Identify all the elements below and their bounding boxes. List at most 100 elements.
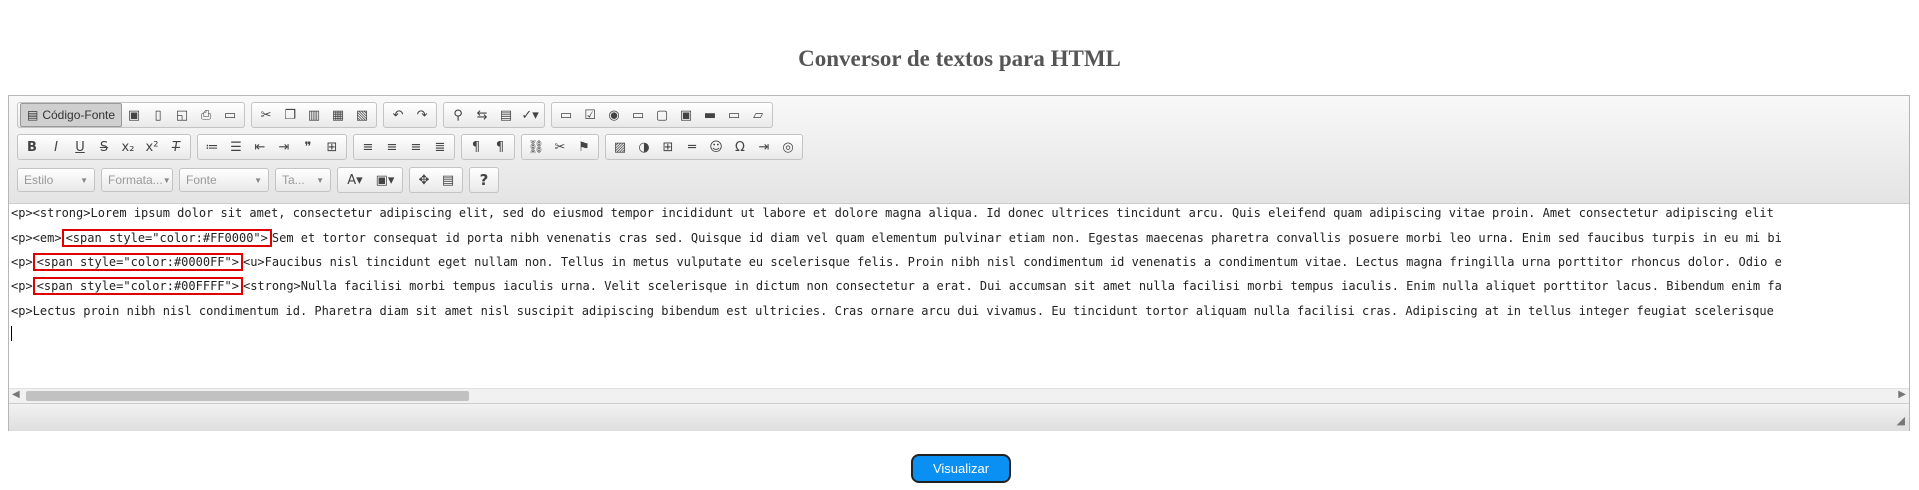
paste-word-icon[interactable]: ▧ <box>350 104 374 126</box>
bidi-group: ¶ ¶ <box>461 134 515 160</box>
select-all-icon[interactable]: ▤ <box>494 104 518 126</box>
link-icon[interactable]: ⛓ <box>524 136 548 158</box>
horizontal-rule-icon[interactable]: ═ <box>680 136 704 158</box>
format-label: Formata... <box>108 173 163 187</box>
align-left-icon[interactable]: ≡ <box>356 136 380 158</box>
image-button-icon[interactable]: ▭ <box>722 104 746 126</box>
maximize-icon[interactable]: ✥ <box>412 169 436 191</box>
templates-icon[interactable]: ▭ <box>218 104 242 126</box>
size-combo[interactable]: Ta... ▼ <box>275 168 331 192</box>
font-combo[interactable]: Fonte ▼ <box>179 168 269 192</box>
spellcheck-icon[interactable]: ✓▾ <box>518 104 542 126</box>
strike-icon[interactable]: S <box>92 136 116 158</box>
textarea-icon[interactable]: ▢ <box>650 104 674 126</box>
tools-group: ✥ ▤ <box>409 167 463 193</box>
bold-icon[interactable]: B <box>20 136 44 158</box>
numbered-list-icon[interactable]: ≔ <box>200 136 224 158</box>
ltr-icon[interactable]: ¶ <box>464 136 488 158</box>
scroll-left-icon[interactable]: ◀ <box>12 389 20 400</box>
chevron-down-icon: ▼ <box>254 175 262 185</box>
align-center-icon[interactable]: ≡ <box>380 136 404 158</box>
radio-icon[interactable]: ◉ <box>602 104 626 126</box>
rtl-icon[interactable]: ¶ <box>488 136 512 158</box>
source-code-button[interactable]: ▤ Código-Fonte <box>20 103 123 127</box>
undo-group: ↶ ↷ <box>383 102 438 128</box>
links-group: ⛓ ✂ ⚑ <box>521 134 599 160</box>
clipboard-group: ✂ ❐ ▥ ▦ ▧ <box>251 102 378 128</box>
copy-icon[interactable]: ❐ <box>278 104 302 126</box>
document-group: ▤ Código-Fonte ▣ ▯ ◱ ⎙ ▭ <box>17 102 246 128</box>
code-prefix: <p> <box>11 279 33 293</box>
code-line: <p>Lectus proin nibh nisl condimentum id… <box>11 304 1774 318</box>
remove-format-icon[interactable]: T̶ <box>164 136 188 158</box>
print-icon[interactable]: ⎙ <box>194 104 218 126</box>
superscript-icon[interactable]: x² <box>140 136 164 158</box>
code-line: <p><em> <span style="color:#FF0000"> Sem e… <box>11 229 1782 247</box>
new-page-icon[interactable]: ▯ <box>146 104 170 126</box>
insert-group: ▨ ◑ ⊞ ═ ☺ Ω ⇥ ◎ <box>605 134 803 160</box>
save-icon[interactable]: ▣ <box>122 104 146 126</box>
chevron-down-icon: ▼ <box>162 175 171 185</box>
code-line: <p> <span style="color:#0000FF"> <u>Faucib… <box>11 253 1782 271</box>
code-prefix: <p><em> <box>11 231 62 245</box>
italic-icon[interactable]: I <box>44 136 68 158</box>
flash-icon[interactable]: ◑ <box>632 136 656 158</box>
page-break-icon[interactable]: ⇥ <box>752 136 776 158</box>
justify-icon[interactable]: ≣ <box>428 136 452 158</box>
underline-icon[interactable]: U <box>68 136 92 158</box>
paste-icon[interactable]: ▥ <box>302 104 326 126</box>
show-blocks-icon[interactable]: ▤ <box>436 169 460 191</box>
bulleted-list-icon[interactable]: ☰ <box>224 136 248 158</box>
font-label: Fonte <box>186 173 217 187</box>
code-line: <p> <span style="color:#00FFFF"> <strong>N… <box>11 277 1782 295</box>
select-icon[interactable]: ▣ <box>674 104 698 126</box>
chevron-down-icon: ▼ <box>316 175 324 185</box>
undo-icon[interactable]: ↶ <box>386 104 410 126</box>
smiley-icon[interactable]: ☺ <box>704 136 728 158</box>
indent-icon[interactable]: ⇥ <box>272 136 296 158</box>
image-icon[interactable]: ▨ <box>608 136 632 158</box>
code-rest: <strong>Nulla facilisi morbi tempus iacu… <box>242 279 1782 293</box>
chevron-down-icon: ▼ <box>80 175 88 185</box>
text-color-icon[interactable]: A▾ <box>340 169 370 191</box>
iframe-icon[interactable]: ◎ <box>776 136 800 158</box>
format-combo[interactable]: Formata... ▼ <box>101 168 173 192</box>
help-button[interactable]: ? <box>472 169 496 191</box>
editor-toolbar: ▤ Código-Fonte ▣ ▯ ◱ ⎙ ▭ ✂ ❐ ▥ ▦ ▧ ↶ ↷ ⚲ … <box>9 96 1909 204</box>
preview-icon[interactable]: ◱ <box>170 104 194 126</box>
horizontal-scrollbar[interactable]: ◀ ▶ <box>9 388 1909 403</box>
div-container-icon[interactable]: ⊞ <box>320 136 344 158</box>
styles-combo[interactable]: Estilo ▼ <box>17 168 95 192</box>
redo-icon[interactable]: ↷ <box>410 104 434 126</box>
visualize-button[interactable]: Visualizar <box>911 454 1011 483</box>
page-title: Conversor de textos para HTML <box>798 46 1121 71</box>
find-group: ⚲ ⇆ ▤ ✓▾ <box>443 102 546 128</box>
bg-color-icon[interactable]: ▣▾ <box>370 169 400 191</box>
text-caret <box>11 326 12 341</box>
table-icon[interactable]: ⊞ <box>656 136 680 158</box>
blockquote-icon[interactable]: ❞ <box>296 136 320 158</box>
cut-icon[interactable]: ✂ <box>254 104 278 126</box>
resize-handle-icon[interactable]: ◢ <box>1897 414 1905 427</box>
align-right-icon[interactable]: ≡ <box>404 136 428 158</box>
find-icon[interactable]: ⚲ <box>446 104 470 126</box>
scrollbar-thumb[interactable] <box>26 391 469 401</box>
outdent-icon[interactable]: ⇤ <box>248 136 272 158</box>
forms-group: ▭ ☑ ◉ ▭ ▢ ▣ ▬ ▭ ▱ <box>551 102 774 128</box>
basicstyles-group: B I U S x₂ x² T̶ <box>17 134 191 160</box>
checkbox-icon[interactable]: ☑ <box>578 104 602 126</box>
form-icon[interactable]: ▭ <box>554 104 578 126</box>
hidden-field-icon[interactable]: ▱ <box>746 104 770 126</box>
special-char-icon[interactable]: Ω <box>728 136 752 158</box>
align-group: ≡ ≡ ≡ ≣ <box>353 134 455 160</box>
button-icon[interactable]: ▬ <box>698 104 722 126</box>
source-textarea[interactable]: <p><strong>Lorem ipsum dolor sit amet, c… <box>9 204 1909 388</box>
scroll-right-icon[interactable]: ▶ <box>1898 389 1906 400</box>
paste-text-icon[interactable]: ▦ <box>326 104 350 126</box>
anchor-icon[interactable]: ⚑ <box>572 136 596 158</box>
code-line: <p><strong>Lorem ipsum dolor sit amet, c… <box>11 206 1774 220</box>
subscript-icon[interactable]: x₂ <box>116 136 140 158</box>
replace-icon[interactable]: ⇆ <box>470 104 494 126</box>
unlink-icon[interactable]: ✂ <box>548 136 572 158</box>
textfield-icon[interactable]: ▭ <box>626 104 650 126</box>
